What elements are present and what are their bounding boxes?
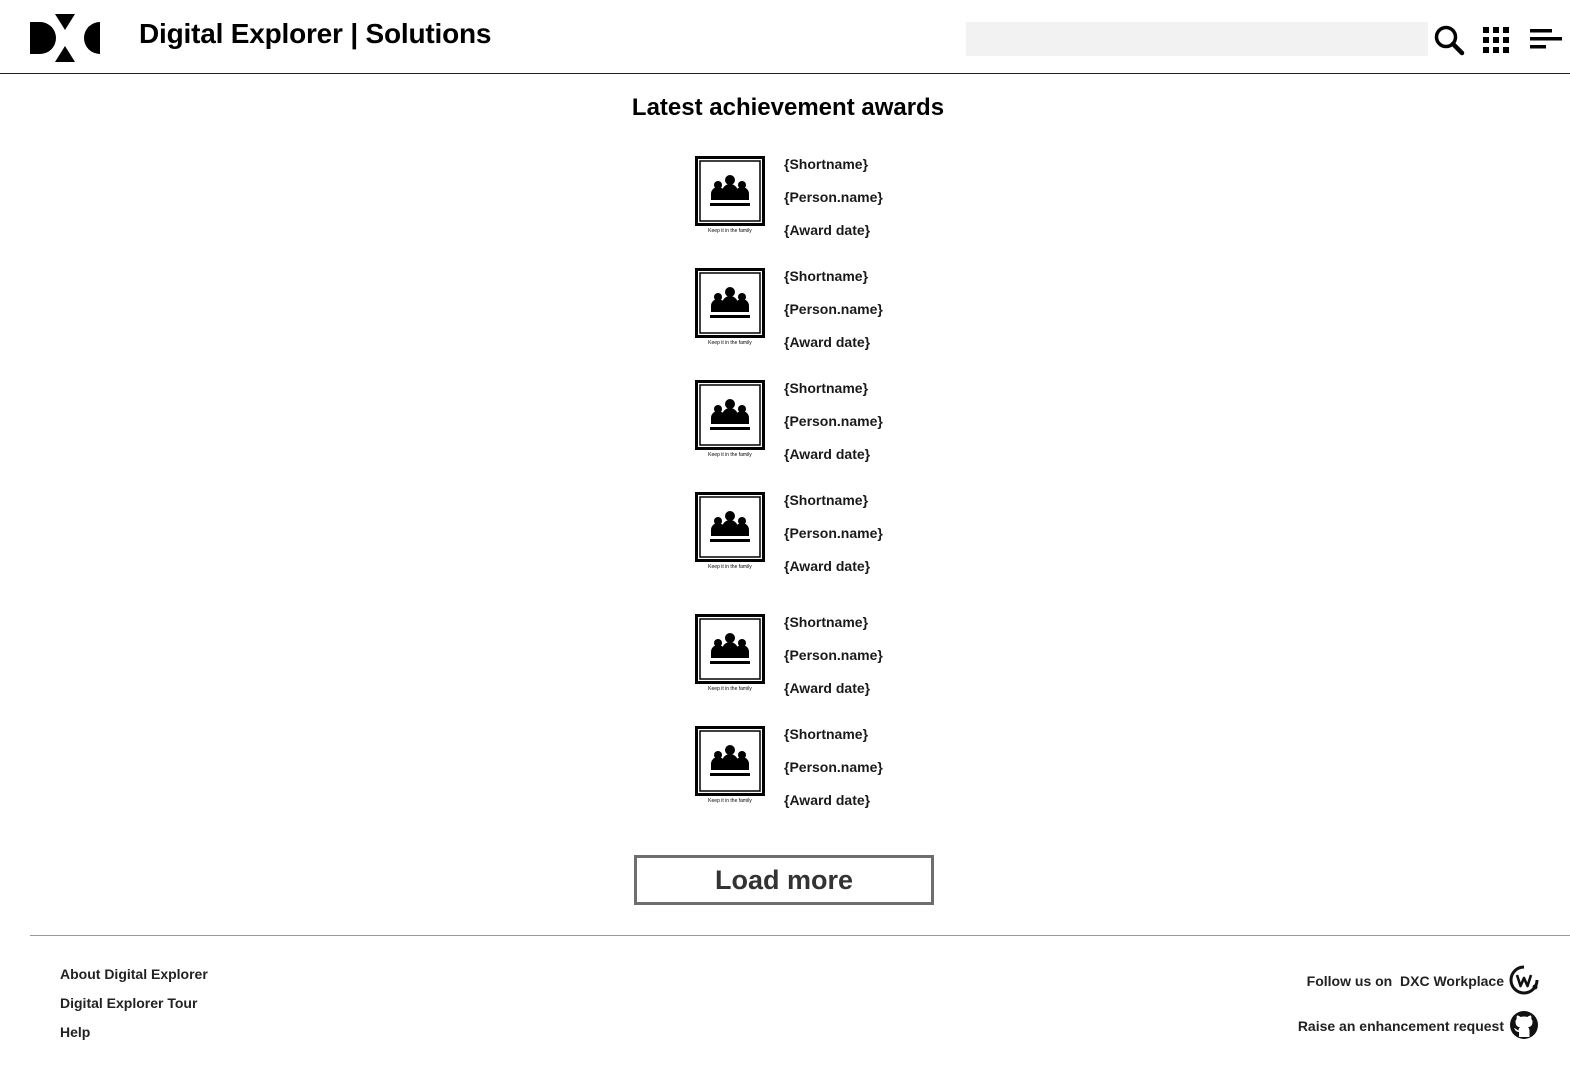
award-date: {Award date}: [784, 334, 871, 350]
award-date: {Award date}: [784, 680, 871, 696]
award-item[interactable]: Keep it in the family {Shortname} {Person.…: [695, 726, 995, 816]
award-shortname: {Shortname}: [784, 156, 869, 172]
footer-link-help[interactable]: Help: [60, 1024, 90, 1040]
footer-link-tour[interactable]: Digital Explorer Tour: [60, 995, 197, 1011]
award-shortname: {Shortname}: [784, 380, 869, 396]
people-group-icon: Keep it in the family: [695, 268, 765, 346]
award-person-name: {Person.name}: [784, 301, 883, 317]
badge-caption: Keep it in the family: [708, 686, 752, 692]
app-title[interactable]: Digital Explorer | Solutions: [139, 18, 491, 50]
workplace-icon[interactable]: [1509, 965, 1539, 995]
enhancement-link[interactable]: Raise an enhancement request: [1298, 1018, 1504, 1034]
badge-caption: Keep it in the family: [708, 452, 752, 458]
workplace-link[interactable]: DXC Workplace: [1400, 973, 1504, 989]
search-icon[interactable]: [1433, 24, 1465, 56]
footer-link-about[interactable]: About Digital Explorer: [60, 966, 208, 982]
award-date: {Award date}: [784, 222, 871, 238]
award-date: {Award date}: [784, 792, 871, 808]
award-item[interactable]: Keep it in the family {Shortname} {Person.…: [695, 614, 995, 704]
apps-grid-icon[interactable]: [1483, 27, 1509, 53]
award-item[interactable]: Keep it in the family {Shortname} {Person.…: [695, 268, 995, 358]
dxc-logo[interactable]: [30, 14, 100, 62]
github-icon[interactable]: [1509, 1010, 1539, 1040]
people-group-icon: Keep it in the family: [695, 614, 765, 692]
award-item[interactable]: Keep it in the family {Shortname} {Person.…: [695, 156, 995, 246]
award-person-name: {Person.name}: [784, 413, 883, 429]
people-group-icon: Keep it in the family: [695, 726, 765, 804]
section-title: Latest achievement awards: [631, 94, 945, 121]
award-person-name: {Person.name}: [784, 525, 883, 541]
award-shortname: {Shortname}: [784, 268, 869, 284]
top-header: Digital Explorer | Solutions: [0, 0, 1570, 74]
footer-divider: [30, 935, 1570, 936]
badge-caption: Keep it in the family: [708, 228, 752, 234]
people-group-icon: Keep it in the family: [695, 380, 765, 458]
load-more-button[interactable]: Load more: [634, 855, 934, 905]
award-person-name: {Person.name}: [784, 647, 883, 663]
badge-caption: Keep it in the family: [708, 798, 752, 804]
award-person-name: {Person.name}: [784, 189, 883, 205]
badge-caption: Keep it in the family: [708, 564, 752, 570]
people-group-icon: Keep it in the family: [695, 156, 765, 234]
award-item[interactable]: Keep it in the family {Shortname} {Person.…: [695, 492, 995, 582]
award-shortname: {Shortname}: [784, 614, 869, 630]
badge-caption: Keep it in the family: [708, 340, 752, 346]
menu-icon[interactable]: [1530, 27, 1562, 51]
search-input[interactable]: [966, 22, 1428, 56]
award-item[interactable]: Keep it in the family {Shortname} {Person.…: [695, 380, 995, 470]
enhancement-text: Raise an enhancement request: [1298, 1018, 1504, 1034]
follow-us-text: Follow us on DXC Workplace: [1307, 973, 1504, 989]
award-shortname: {Shortname}: [784, 492, 869, 508]
award-date: {Award date}: [784, 558, 871, 574]
award-date: {Award date}: [784, 446, 871, 462]
follow-prefix: Follow us on: [1306, 973, 1393, 989]
people-group-icon: Keep it in the family: [695, 492, 765, 570]
award-shortname: {Shortname}: [784, 726, 869, 742]
award-person-name: {Person.name}: [784, 759, 883, 775]
